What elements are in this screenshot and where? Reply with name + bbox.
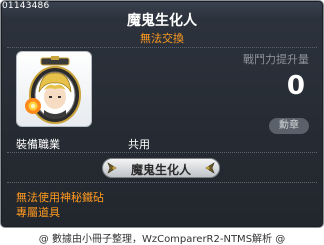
equip-job-label: 裝備職業 — [16, 138, 60, 151]
title-banner-text: 魔鬼生化人 — [130, 163, 191, 177]
divider — [7, 152, 317, 153]
power-increase-value: 0 — [286, 71, 305, 101]
item-name: 魔鬼生化人 — [127, 13, 197, 29]
divider — [7, 47, 317, 48]
credit-footer: @ 數據由小冊子整理，WzComparerR2-NTMS解析 @ — [38, 234, 286, 245]
equip-job-value: 共用 — [128, 138, 150, 151]
trade-restriction-note: 無法交換 — [140, 32, 184, 45]
divider — [7, 182, 317, 183]
restriction-line: 無法使用神秘鐵砧 — [16, 191, 104, 204]
item-tooltip: 01143486 魔鬼生化人 無法交換 戰鬥力提升量 0 勳章 裝備職業 共用 … — [0, 0, 324, 228]
medal-character-icon — [25, 56, 81, 124]
restriction-line: 專屬道具 — [16, 206, 60, 219]
item-icon-frame — [16, 51, 92, 127]
title-banner: 魔鬼生化人 — [102, 158, 220, 178]
power-increase-label: 戰鬥力提升量 — [243, 53, 309, 66]
wing-ornament-icon — [205, 162, 215, 174]
medal-badge: 勳章 — [269, 118, 309, 134]
